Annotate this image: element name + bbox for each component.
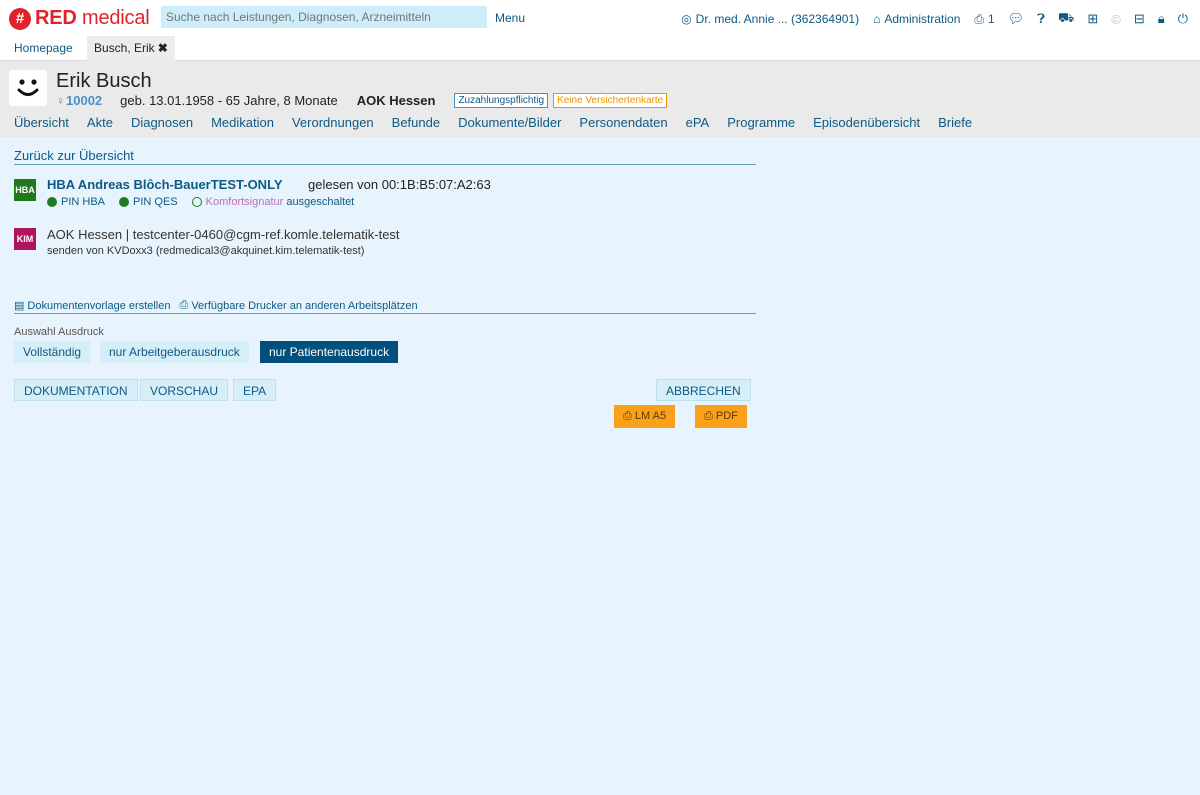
chat-icon[interactable]: 💬︎	[1008, 11, 1025, 27]
divider	[14, 164, 756, 165]
power-icon[interactable]: ⏻	[1178, 11, 1188, 27]
menu-link[interactable]: Menu	[495, 11, 525, 25]
tab-patient-label: Busch, Erik	[94, 41, 155, 55]
home-icon: ⌂	[873, 12, 881, 26]
copay-badge: Zuzahlungspflichtig	[454, 93, 549, 108]
nav-diagnosen[interactable]: Diagnosen	[131, 115, 193, 130]
logo[interactable]: # RED medical	[9, 7, 150, 30]
print-selection-label: Auswahl Ausdruck	[14, 326, 104, 338]
logo-text: RED medical	[35, 7, 150, 29]
kim-icon: KIM	[14, 228, 36, 250]
pin-hba-status: PIN HBA	[47, 196, 105, 208]
logo-hash-icon: #	[9, 7, 31, 30]
tab-patient[interactable]: Busch, Erik ✖	[87, 36, 175, 61]
empty-circle-icon	[191, 197, 202, 207]
divider	[14, 313, 756, 314]
nav-uebersicht[interactable]: Übersicht	[14, 115, 69, 130]
patient-dob: geb. 13.01.1958 - 65 Jahre, 8 Monate	[120, 93, 338, 108]
nav-episodenuebersicht[interactable]: Episodenübersicht	[813, 115, 920, 130]
patient-name: Erik Busch	[56, 70, 152, 92]
gender-female-icon: ♀	[56, 94, 65, 108]
status-dot-icon	[47, 197, 57, 207]
administration-link[interactable]: ⌂ Administration	[873, 12, 960, 26]
dokumentation-button[interactable]: DOKUMENTATION	[14, 379, 138, 401]
printer-search-icon: ⎙	[179, 299, 189, 311]
komfort-status[interactable]: Komfortsignatur ausgeschaltet	[191, 196, 354, 208]
no-card-badge: Keine Versichertenkarte	[553, 93, 668, 108]
top-right-toolbar: ◎ Dr. med. Annie ... (362364901) ⌂ Admin…	[667, 10, 1188, 28]
nav-befunde[interactable]: Befunde	[392, 115, 440, 130]
nav-programme[interactable]: Programme	[727, 115, 795, 130]
document-links: ▤ Dokumentenvorlage erstellen ⎙ Verfügbare…	[14, 299, 427, 312]
ambulance-icon[interactable]: ⛟	[1058, 10, 1074, 28]
nav-akte[interactable]: Akte	[87, 115, 113, 130]
search-input[interactable]	[161, 6, 487, 28]
top-bar: # RED medical Menu ◎ Dr. med. Annie ... …	[0, 0, 1200, 36]
patient-info-line: ♀10002 geb. 13.01.1958 - 65 Jahre, 8 Mon…	[56, 93, 668, 108]
available-printers-link[interactable]: ⎙ Verfügbare Drucker an anderen Arbeitspl…	[180, 299, 418, 312]
kim-title: AOK Hessen | testcenter-0460@cgm-ref.kom…	[47, 227, 400, 242]
epa-button[interactable]: EPA	[233, 379, 277, 401]
administration-label: Administration	[884, 12, 961, 26]
lock-icon[interactable]: 🔒︎	[1158, 11, 1165, 27]
print-pdf-button[interactable]: ⎙ PDF	[695, 405, 747, 428]
abbrechen-button[interactable]: ABBRECHEN	[656, 379, 751, 401]
create-template-link[interactable]: ▤ Dokumentenvorlage erstellen	[14, 299, 171, 313]
kim-sender: senden von KVDoxx3 (redmedical3@akquinet…	[47, 245, 365, 257]
print-lm-a5-button[interactable]: ⎙ LM A5	[614, 405, 676, 428]
disabled-circle-icon: ©	[1111, 11, 1121, 27]
user-circle-icon: ◎	[681, 12, 692, 26]
printer-icon: ⎙	[623, 410, 632, 422]
printer-icon: ⎙	[974, 11, 984, 26]
hba-title[interactable]: HBA Andreas Blôch-BauerTEST-ONLY	[47, 177, 283, 192]
smiley-avatar-icon	[9, 70, 47, 106]
back-to-overview-link[interactable]: Zurück zur Übersicht	[14, 148, 134, 163]
hba-status: PIN HBA PIN QES Komfortsignatur ausgesch…	[47, 196, 368, 208]
option-patient[interactable]: nur Patientenausdruck	[260, 341, 399, 363]
printer-count: 1	[987, 12, 995, 26]
nav-briefe[interactable]: Briefe	[938, 115, 972, 130]
nav-medikation[interactable]: Medikation	[211, 115, 274, 130]
nav-epa[interactable]: ePA	[686, 115, 710, 130]
status-dot-icon	[119, 197, 130, 207]
hba-card-icon: HBA	[14, 179, 36, 201]
pin-qes-status: PIN QES	[119, 196, 178, 208]
nav-personendaten[interactable]: Personendaten	[579, 115, 667, 130]
printer-icon: ⎙	[704, 410, 713, 422]
user-label: Dr. med. Annie ... (362364901)	[695, 12, 860, 26]
option-arbeitgeber[interactable]: nur Arbeitgeberausdruck	[100, 341, 249, 363]
patient-header: Erik Busch ♀10002 geb. 13.01.1958 - 65 J…	[0, 61, 1200, 137]
tab-bar: Homepage Busch, Erik ✖	[0, 36, 1200, 61]
patient-nav: Übersicht Akte Diagnosen Medikation Vero…	[14, 115, 990, 130]
nav-verordnungen[interactable]: Verordnungen	[292, 115, 374, 130]
card-reader-icon[interactable]: ⊟	[1134, 11, 1145, 27]
tab-homepage[interactable]: Homepage	[7, 36, 80, 61]
patient-id[interactable]: ♀10002	[56, 93, 102, 108]
hba-read-from: gelesen von 00:1B:B5:07:A2:63	[308, 177, 491, 192]
patient-insurer: AOK Hessen	[356, 93, 436, 108]
document-template-icon: ▤	[14, 300, 25, 312]
vorschau-button[interactable]: VORSCHAU	[140, 379, 229, 401]
user-menu[interactable]: ◎ Dr. med. Annie ... (362364901)	[681, 12, 859, 26]
help-icon[interactable]: ❓︎	[1037, 11, 1045, 27]
option-vollstaendig[interactable]: Vollständig	[14, 341, 91, 363]
close-icon[interactable]: ✖	[158, 41, 168, 55]
printer-queue[interactable]: ⎙ 1	[974, 12, 994, 27]
gift-icon[interactable]: ⊞	[1087, 11, 1098, 27]
nav-dokumente[interactable]: Dokumente/Bilder	[458, 115, 561, 130]
